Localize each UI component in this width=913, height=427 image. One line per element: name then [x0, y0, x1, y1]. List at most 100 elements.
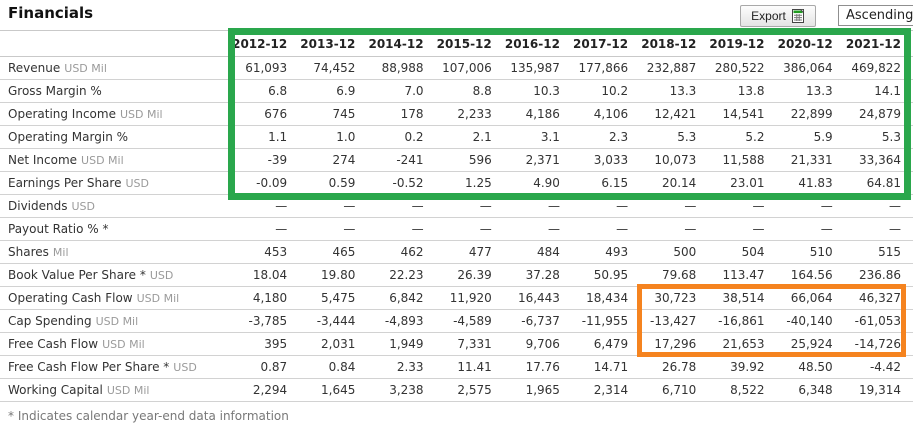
column-header: 2020-12: [776, 30, 845, 57]
cell-value: 2,314: [571, 378, 641, 402]
cell-value: -40,140: [776, 309, 845, 333]
cell-value: 2.33: [367, 355, 436, 379]
cell-value: 7.0: [367, 79, 436, 103]
column-header: 2019-12: [708, 30, 777, 57]
cell-value: 24,879: [844, 102, 913, 126]
cell-value: 2,031: [299, 332, 368, 356]
cell-value: 5.9: [776, 125, 845, 149]
cell-value: 46,327: [844, 286, 913, 310]
cell-value: 16,443: [503, 286, 572, 310]
cell-value: 23.01: [708, 171, 777, 195]
cell-value: 1,949: [367, 332, 436, 356]
cell-value: 3,238: [367, 378, 436, 402]
row-label-text: Operating Margin %: [8, 130, 129, 144]
row-label-text: Payout Ratio % *: [8, 222, 109, 236]
cell-value: -4.42: [844, 355, 913, 379]
row-label: Book Value Per Share * USD: [0, 263, 231, 287]
cell-value: 2,575: [435, 378, 504, 402]
cell-value: 515: [844, 240, 913, 264]
cell-value: 5.3: [844, 125, 913, 149]
table-row: Payout Ratio % * — — — — — — — — — —: [0, 217, 913, 241]
page-title: Financials: [8, 4, 94, 22]
row-unit: USD: [173, 361, 197, 374]
export-button[interactable]: Export: [740, 5, 816, 27]
cell-value: 79.68: [640, 263, 709, 287]
cell-value: 386,064: [776, 56, 845, 80]
cell-value: -16,861: [708, 309, 777, 333]
cell-value: —: [571, 194, 641, 218]
cell-value: 1,645: [299, 378, 368, 402]
cell-value: 10.2: [571, 79, 641, 103]
row-label: Free Cash Flow USD Mil: [0, 332, 231, 356]
cell-value: 469,822: [844, 56, 913, 80]
cell-value: 8,522: [708, 378, 777, 402]
table-row: Gross Margin % 6.8 6.9 7.0 8.8 10.3 10.2 13.3 13…: [0, 79, 913, 103]
cell-value: 0.87: [231, 355, 300, 379]
cell-value: —: [708, 194, 777, 218]
cell-value: 37.28: [503, 263, 572, 287]
table-row: Free Cash Flow Per Share * USD 0.87 0.84 2.3…: [0, 355, 913, 379]
cell-value: 50.95: [571, 263, 641, 287]
column-header: 2016-12: [503, 30, 572, 57]
cell-value: 1.0: [299, 125, 368, 149]
cell-value: 22,899: [776, 102, 845, 126]
cell-value: -61,053: [844, 309, 913, 333]
cell-value: 30,723: [640, 286, 709, 310]
row-label-text: Free Cash Flow: [8, 337, 99, 351]
cell-value: 14.1: [844, 79, 913, 103]
cell-value: 0.59: [299, 171, 368, 195]
cell-value: 500: [640, 240, 709, 264]
cell-value: -4,589: [435, 309, 504, 333]
cell-value: 33,364: [844, 148, 913, 172]
cell-value: -0.52: [367, 171, 436, 195]
cell-value: 6.9: [299, 79, 368, 103]
cell-value: -0.09: [231, 171, 300, 195]
cell-value: 107,006: [435, 56, 504, 80]
row-label: Operating Cash Flow USD Mil: [0, 286, 231, 310]
cell-value: —: [844, 217, 913, 241]
row-unit: USD: [149, 269, 174, 282]
cell-value: -11,955: [571, 309, 641, 333]
row-label-text: Working Capital: [8, 383, 103, 397]
cell-value: 504: [708, 240, 777, 264]
cell-value: —: [640, 194, 709, 218]
cell-value: 13.3: [640, 79, 709, 103]
row-label: Shares Mil: [0, 240, 231, 264]
row-label: Cap Spending USD Mil: [0, 309, 231, 333]
cell-value: -3,785: [231, 309, 300, 333]
row-label-text: Shares: [8, 245, 49, 259]
cell-value: 484: [503, 240, 572, 264]
row-label: Dividends USD: [0, 194, 231, 218]
column-header: 2018-12: [640, 30, 709, 57]
cell-value: —: [367, 217, 436, 241]
cell-value: 14.71: [571, 355, 641, 379]
cell-value: —: [435, 217, 504, 241]
cell-value: 19,314: [844, 378, 913, 402]
table-row: Operating Income USD Mil 676 745 178 2,233 4,1…: [0, 102, 913, 126]
row-label: Gross Margin %: [0, 79, 231, 103]
sort-order-select[interactable]: Ascending: [838, 5, 913, 26]
cell-value: 6,710: [640, 378, 709, 402]
financials-table: 2012-12 2013-12 2014-12 2015-12 2016-12 2017-…: [0, 30, 913, 402]
cell-value: 280,522: [708, 56, 777, 80]
row-unit: USD Mil: [95, 315, 139, 328]
row-label-text: Operating Income: [8, 107, 116, 121]
column-header: 2021-12: [844, 30, 913, 57]
cell-value: -6,737: [503, 309, 572, 333]
row-unit: USD Mil: [119, 108, 163, 121]
cell-value: 596: [435, 148, 504, 172]
cell-value: —: [844, 194, 913, 218]
row-unit: USD: [71, 200, 95, 213]
cell-value: 4,186: [503, 102, 572, 126]
cell-value: 676: [231, 102, 300, 126]
row-unit: Mil: [52, 246, 69, 259]
cell-value: 5.3: [640, 125, 709, 149]
cell-value: 20.14: [640, 171, 709, 195]
cell-value: -13,427: [640, 309, 709, 333]
cell-value: -241: [367, 148, 436, 172]
footnote: * Indicates calendar year-end data infor…: [8, 409, 289, 423]
row-label: Free Cash Flow Per Share * USD: [0, 355, 231, 379]
cell-value: 14,541: [708, 102, 777, 126]
cell-value: —: [299, 194, 368, 218]
cell-value: 88,988: [367, 56, 436, 80]
